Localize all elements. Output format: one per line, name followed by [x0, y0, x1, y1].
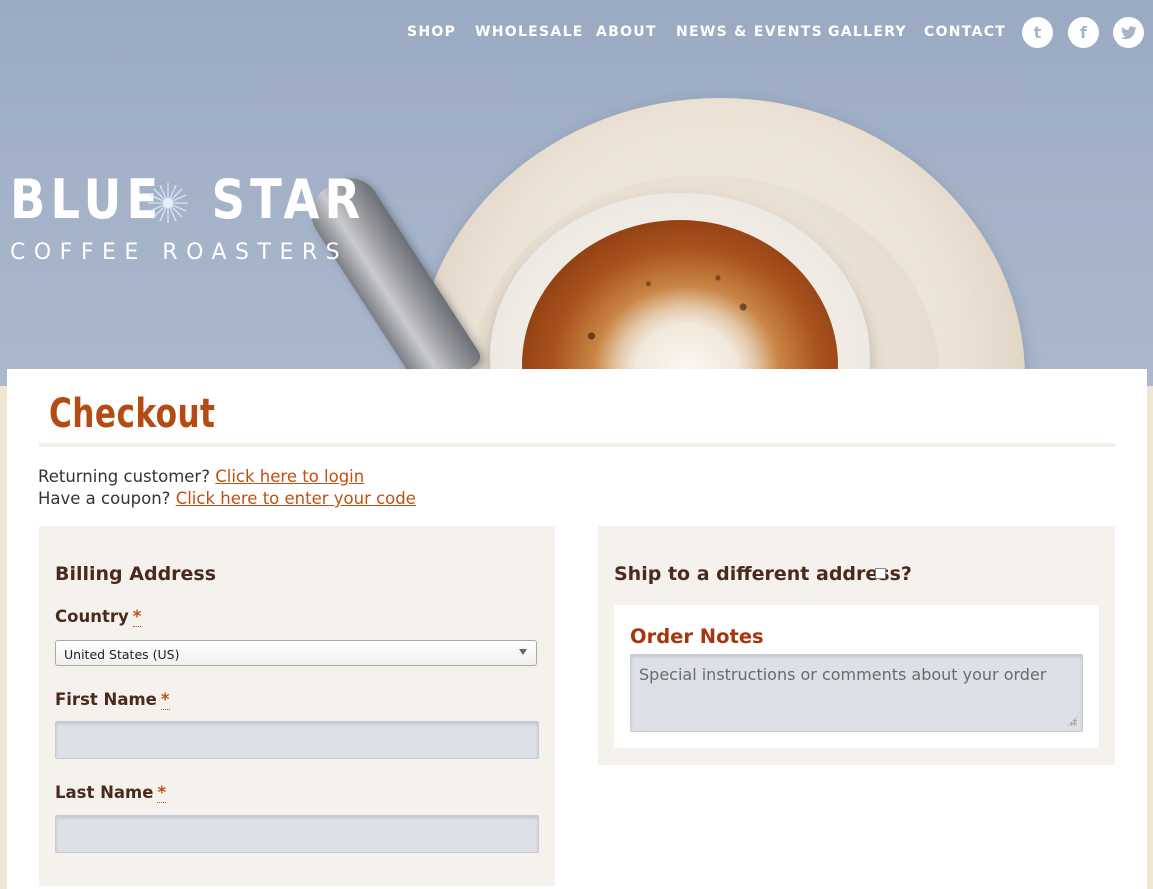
last-name-label: Last Name * [55, 783, 167, 803]
last-name-input[interactable] [55, 815, 539, 853]
ship-different-heading: Ship to a different address? [614, 563, 912, 585]
title-divider [39, 443, 1115, 447]
billing-section: Billing Address Country * United States (… [39, 526, 555, 886]
country-label: Country * [55, 607, 142, 627]
first-name-label: First Name * [55, 690, 170, 710]
twitter-icon[interactable] [1113, 17, 1144, 48]
hero-banner: BLUE STAR COFFEE ROASTERS SHOP WHOLESALE … [0, 0, 1153, 386]
logo-word-star: STAR [211, 168, 366, 231]
coupon-link[interactable]: Click here to enter your code [176, 489, 416, 508]
order-notes-title: Order Notes [630, 625, 764, 648]
facebook-icon[interactable]: f [1068, 17, 1099, 48]
ship-different-checkbox[interactable] [875, 568, 886, 579]
nav-about[interactable]: ABOUT [596, 24, 657, 40]
nav-news-events[interactable]: NEWS & EVENTS [676, 24, 823, 40]
order-notes-box: Order Notes Special instructions or comm… [614, 605, 1099, 748]
nav-wholesale[interactable]: WHOLESALE [475, 24, 584, 40]
returning-customer-text: Returning customer? [38, 467, 210, 486]
tumblr-icon[interactable]: t [1022, 17, 1053, 48]
twitter-bird-glyph [1120, 25, 1136, 39]
logo-word-blue: BLUE [10, 168, 164, 231]
logo-tagline: COFFEE ROASTERS [10, 240, 349, 265]
login-link[interactable]: Click here to login [215, 467, 364, 486]
country-select[interactable]: United States (US) [55, 640, 537, 666]
country-label-text: Country [55, 607, 129, 626]
checkout-panel: Checkout Returning customer? Click here … [7, 369, 1147, 889]
required-marker: * [160, 690, 170, 710]
required-marker: * [157, 783, 167, 803]
order-notes-placeholder: Special instructions or comments about y… [639, 665, 1047, 684]
resize-handle-icon[interactable] [1067, 716, 1077, 726]
page-title: Checkout [49, 391, 216, 437]
first-name-label-text: First Name [55, 690, 157, 709]
star-icon [148, 183, 188, 223]
order-notes-textarea[interactable]: Special instructions or comments about y… [630, 654, 1083, 732]
shipping-section: Ship to a different address? Order Notes… [598, 526, 1115, 765]
chevron-down-icon [519, 649, 527, 655]
country-selected-value: United States (US) [64, 647, 180, 662]
coupon-text: Have a coupon? [38, 489, 171, 508]
first-name-input[interactable] [55, 721, 539, 759]
nav-contact[interactable]: CONTACT [924, 24, 1006, 40]
brand-logo[interactable]: BLUE STAR COFFEE ROASTERS [10, 168, 360, 268]
required-marker: * [132, 607, 142, 627]
coupon-notice: Have a coupon? Click here to enter your … [38, 489, 416, 508]
nav-shop[interactable]: SHOP [407, 24, 456, 40]
nav-gallery[interactable]: GALLERY [828, 24, 907, 40]
billing-heading: Billing Address [55, 563, 217, 585]
last-name-label-text: Last Name [55, 783, 154, 802]
main-nav: SHOP WHOLESALE ABOUT NEWS & EVENTS GALLE… [0, 22, 1153, 44]
returning-customer-notice: Returning customer? Click here to login [38, 467, 364, 486]
